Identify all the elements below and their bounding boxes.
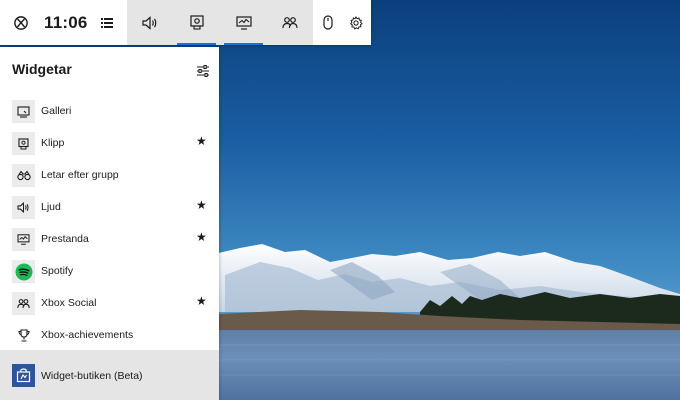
widget-list: Galleri Klipp ★ Letar efter grupp Ljud ★… [0, 95, 219, 351]
settings-button[interactable] [343, 0, 369, 45]
performance-icon [12, 228, 35, 251]
xbox-social-icon [282, 17, 298, 29]
performance-icon [235, 15, 252, 30]
mouse-button[interactable] [315, 0, 341, 45]
widget-label: Galleri [41, 105, 72, 117]
capture-widget-button[interactable] [173, 0, 220, 45]
mouse-icon [323, 15, 333, 30]
widget-panel: Widgetar Galleri Klipp ★ Letar efter gru… [0, 47, 219, 400]
widget-item-xbox-achievements[interactable]: Xbox-achievements [0, 319, 219, 351]
game-bar-right-section [313, 0, 371, 45]
audio-widget-button[interactable] [127, 0, 173, 45]
game-bar-left-section: 11:06 [0, 0, 127, 45]
widget-label: Ljud [41, 201, 61, 213]
favorite-star-icon[interactable]: ★ [196, 134, 207, 148]
trophy-icon [12, 324, 35, 347]
widget-item-klipp[interactable]: Klipp ★ [0, 127, 219, 159]
xbox-social-widget-button[interactable] [267, 0, 313, 45]
widget-label: Prestanda [41, 233, 89, 245]
panel-filter-button[interactable] [194, 62, 212, 80]
widget-label: Letar efter grupp [41, 169, 119, 181]
audio-icon [142, 15, 157, 30]
widget-label: Xbox Social [41, 297, 97, 309]
binoculars-icon [12, 164, 35, 187]
xbox-logo-icon [14, 15, 28, 30]
game-bar-widget-section [127, 0, 313, 45]
panel-title: Widgetar [12, 61, 72, 77]
audio-icon [12, 196, 35, 219]
widget-store-button[interactable]: Widget-butiken (Beta) [0, 350, 219, 400]
settings-gear-icon [350, 15, 363, 29]
widget-item-letar-efter-grupp[interactable]: Letar efter grupp [0, 159, 219, 191]
clock-time: 11:06 [44, 13, 88, 32]
favorite-star-icon[interactable]: ★ [196, 230, 207, 244]
game-bar: 11:06 [0, 0, 371, 45]
capture-icon [189, 15, 204, 30]
filter-settings-icon [197, 65, 209, 77]
xbox-social-icon [12, 292, 35, 315]
favorite-star-icon[interactable]: ★ [196, 198, 207, 212]
widget-item-galleri[interactable]: Galleri [0, 95, 219, 127]
widget-item-spotify[interactable]: Spotify [0, 255, 219, 287]
performance-widget-button[interactable] [220, 0, 267, 45]
widget-item-xbox-social[interactable]: Xbox Social ★ [0, 287, 219, 319]
widget-label: Klipp [41, 137, 65, 149]
widget-store-label: Widget-butiken (Beta) [41, 370, 143, 382]
widget-label: Spotify [41, 265, 74, 277]
spotify-icon [12, 260, 35, 283]
widget-item-prestanda[interactable]: Prestanda ★ [0, 223, 219, 255]
widget-store-icon [12, 364, 35, 387]
capture-icon [12, 132, 35, 155]
widget-item-ljud[interactable]: Ljud ★ [0, 191, 219, 223]
favorite-star-icon[interactable]: ★ [196, 294, 207, 308]
widget-label: Xbox-achievements [41, 329, 134, 341]
widget-menu-button[interactable] [96, 0, 118, 45]
menu-icon [101, 17, 113, 28]
gallery-icon [12, 100, 35, 123]
xbox-logo-button[interactable] [8, 0, 34, 45]
